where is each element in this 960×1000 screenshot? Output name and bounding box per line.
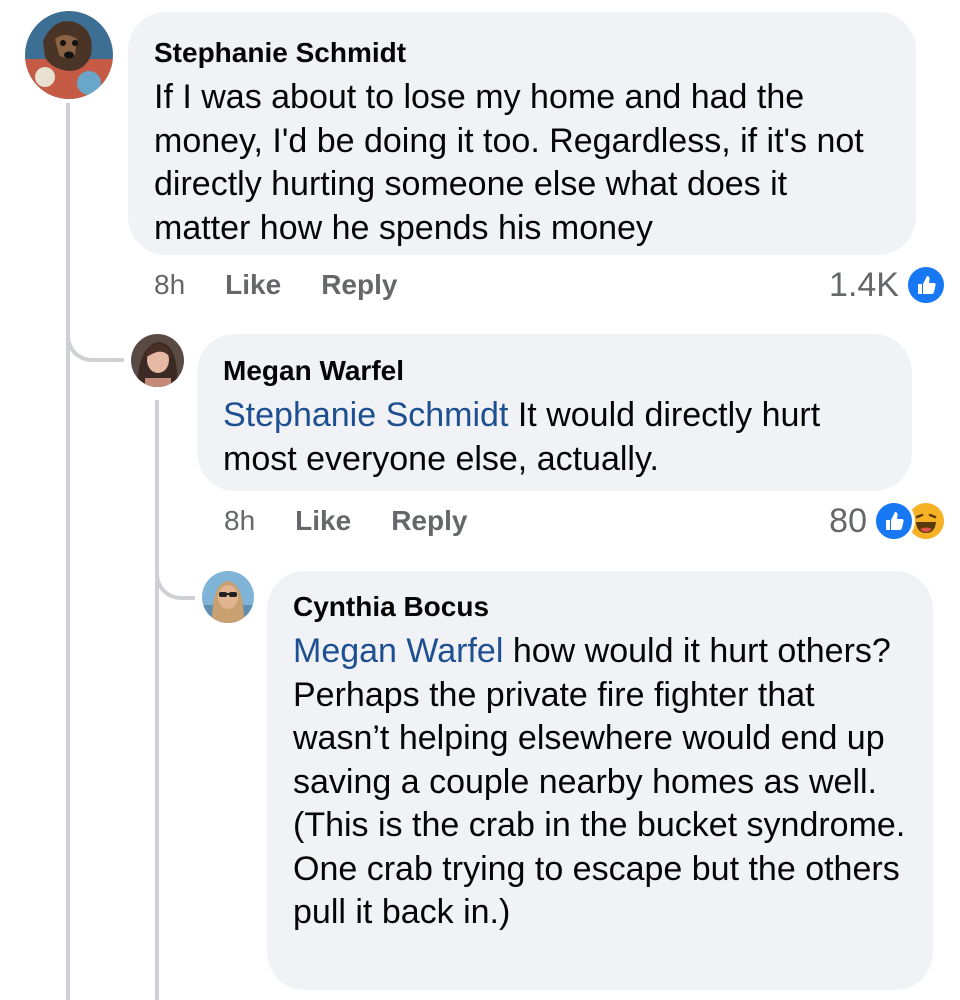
reaction-count: 80 xyxy=(829,502,867,540)
thumbs-up-icon xyxy=(905,264,947,306)
reactions-summary[interactable]: 80 xyxy=(829,500,947,542)
comment-actions: 8h Like Reply xyxy=(224,504,507,538)
comment-actions: 8h Like Reply xyxy=(154,268,437,302)
comment-author[interactable]: Megan Warfel xyxy=(223,354,886,388)
avatar[interactable] xyxy=(131,334,184,387)
like-button[interactable]: Like xyxy=(295,504,351,538)
comment-bubble: Stephanie Schmidt If I was about to lose… xyxy=(128,12,916,255)
comment-bubble: Cynthia Bocus Megan Warfel how would it … xyxy=(267,571,933,990)
thread-line-reply xyxy=(155,400,159,1000)
thread-line-main xyxy=(66,103,70,1000)
comment-bubble: Megan Warfel Stephanie Schmidt It would … xyxy=(197,334,912,491)
comment-text: If I was about to lose my home and had t… xyxy=(154,78,864,247)
thumbs-up-icon xyxy=(873,500,915,542)
reply-button[interactable]: Reply xyxy=(321,268,397,302)
comment-timestamp[interactable]: 8h xyxy=(154,268,185,302)
like-button[interactable]: Like xyxy=(225,268,281,302)
avatar[interactable] xyxy=(202,571,254,623)
person-avatar-image xyxy=(202,571,254,623)
comment-author[interactable]: Stephanie Schmidt xyxy=(154,36,890,70)
thread-curve-reply-1 xyxy=(66,290,124,362)
comment-author[interactable]: Cynthia Bocus xyxy=(293,590,907,624)
comment-timestamp[interactable]: 8h xyxy=(224,504,255,538)
comment-body: how would it hurt others? Perhaps the pr… xyxy=(293,632,906,931)
comment-text: Stephanie Schmidt It would directly hurt… xyxy=(223,394,886,481)
thread-curve-reply-2 xyxy=(155,520,195,600)
comment-text: Megan Warfel how would it hurt others? P… xyxy=(293,630,907,935)
reply-button[interactable]: Reply xyxy=(391,504,467,538)
person-avatar-image xyxy=(131,334,184,387)
dog-avatar-image xyxy=(25,11,113,99)
mention-link[interactable]: Stephanie Schmidt xyxy=(223,396,508,434)
avatar[interactable] xyxy=(25,11,113,99)
reactions-summary[interactable]: 1.4K xyxy=(829,264,947,306)
mention-link[interactable]: Megan Warfel xyxy=(293,632,503,670)
reaction-count: 1.4K xyxy=(829,266,899,304)
